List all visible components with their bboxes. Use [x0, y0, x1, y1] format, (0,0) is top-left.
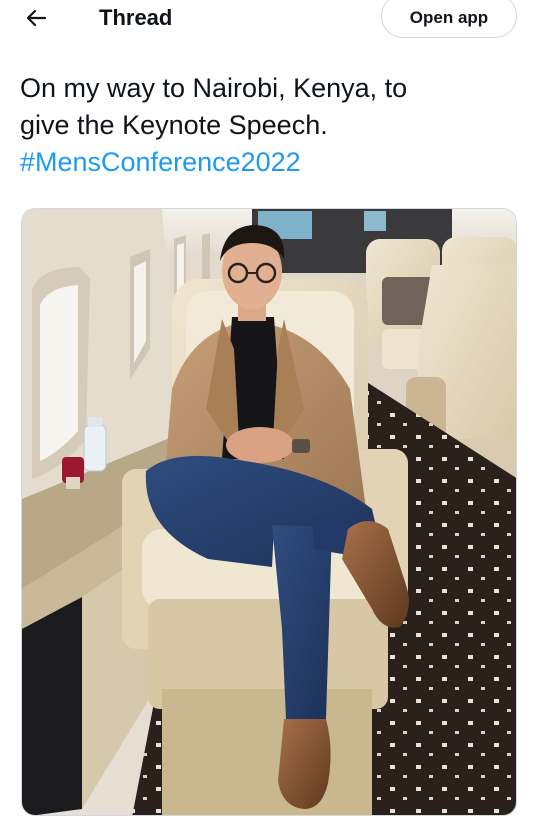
- top-bar: Thread Open app: [0, 0, 536, 38]
- tweet-photo[interactable]: [21, 208, 517, 816]
- photo-illustration: [22, 209, 516, 815]
- page-title: Thread: [99, 5, 173, 30]
- arrow-left-icon: [26, 9, 47, 27]
- tweet-text-line-1: On my way to Nairobi, Kenya, to: [20, 73, 408, 103]
- back-button[interactable]: [20, 4, 52, 32]
- hashtag-link[interactable]: #MensConference2022: [20, 144, 520, 181]
- tweet-text-line-2: give the Keynote Speech.: [20, 110, 328, 140]
- open-app-button[interactable]: Open app: [381, 0, 517, 38]
- tweet-text: On my way to Nairobi, Kenya, to give the…: [20, 70, 520, 181]
